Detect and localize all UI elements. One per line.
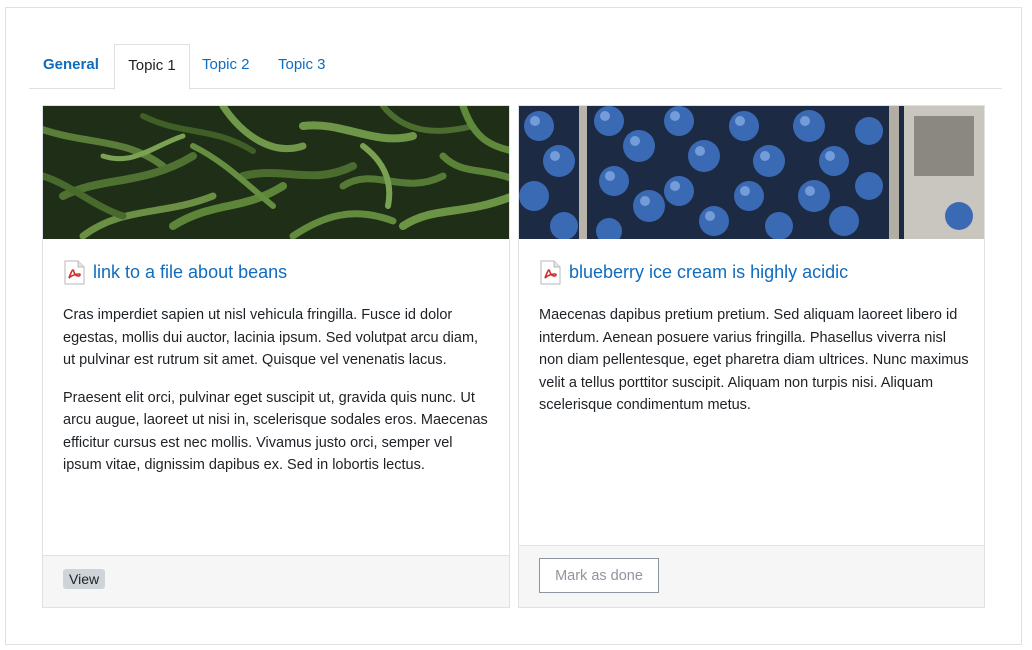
blueberries-image xyxy=(519,106,984,239)
file-link-label: blueberry ice cream is highly acidic xyxy=(569,262,849,282)
description-paragraph: Maecenas dapibus pretium pretium. Sed al… xyxy=(539,307,969,413)
mark-as-done-button[interactable]: Mark as done xyxy=(539,558,659,593)
activity-card-beans: link to a file about beans Cras imperdie… xyxy=(42,105,510,608)
view-badge[interactable]: View xyxy=(63,569,106,589)
tab-topic-3[interactable]: Topic 3 xyxy=(266,44,338,89)
file-link-blueberry[interactable]: blueberry ice cream is highly acidic xyxy=(539,260,848,285)
file-link-label: link to a file about beans xyxy=(93,262,288,282)
card-description: Cras imperdiet sapien ut nisl vehicula f… xyxy=(63,304,493,492)
file-link-beans[interactable]: link to a file about beans xyxy=(63,260,287,285)
topic-tabs: General Topic 1 Topic 2 Topic 3 xyxy=(29,44,1002,90)
pdf-icon xyxy=(63,260,86,285)
description-paragraph: Praesent elit orci, pulvinar eget suscip… xyxy=(63,389,488,474)
card-footer: View xyxy=(43,555,509,607)
card-description: Maecenas dapibus pretium pretium. Sed al… xyxy=(539,304,969,432)
pdf-icon xyxy=(539,260,562,285)
green-beans-image xyxy=(43,106,509,239)
tab-topic-2[interactable]: Topic 2 xyxy=(190,44,262,89)
description-paragraph: Cras imperdiet sapien ut nisl vehicula f… xyxy=(63,307,479,368)
tab-general[interactable]: General xyxy=(31,44,111,89)
tab-topic-1[interactable]: Topic 1 xyxy=(114,44,190,90)
card-footer: Mark as done xyxy=(519,545,984,607)
activity-card-blueberry: blueberry ice cream is highly acidic Mae… xyxy=(518,105,985,608)
